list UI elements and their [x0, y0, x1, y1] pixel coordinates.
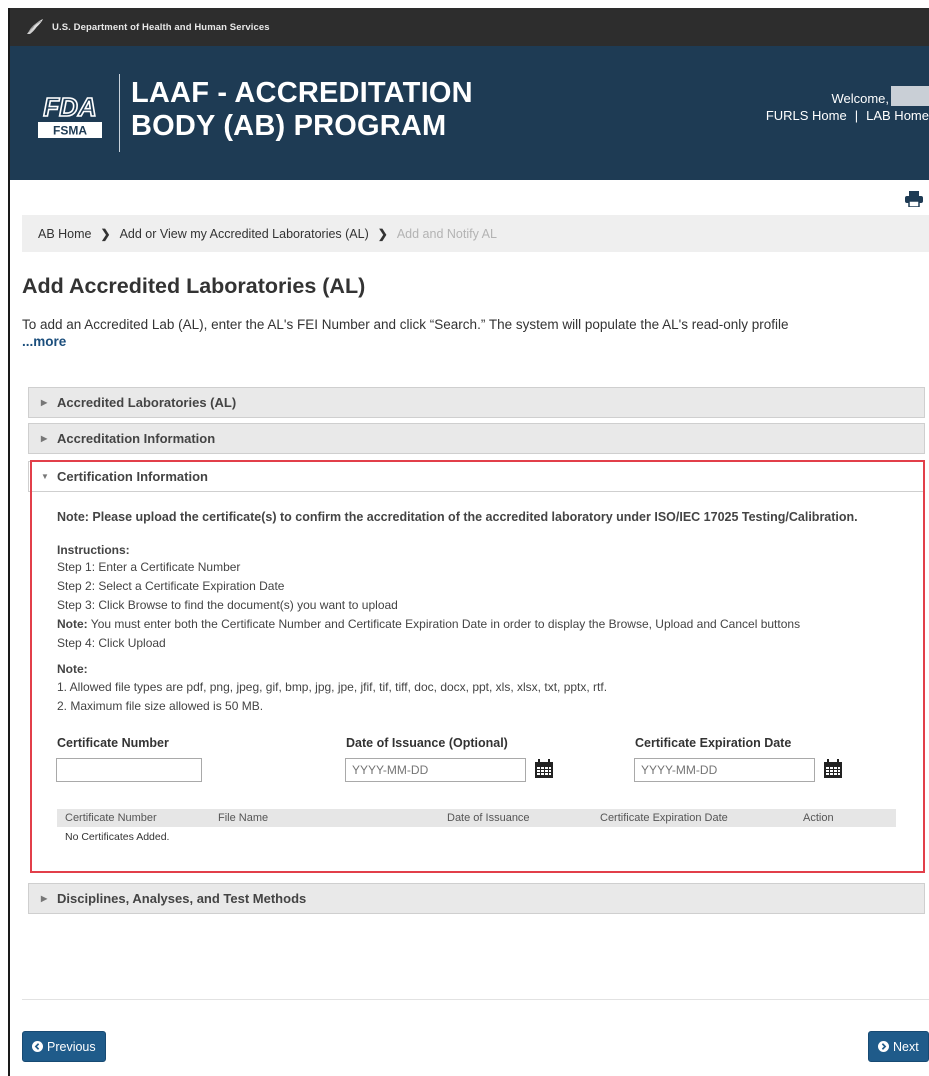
- expiration-date-label: Certificate Expiration Date: [635, 736, 792, 750]
- instruction-step: Step 3: Click Browse to find the documen…: [57, 598, 398, 612]
- column-header: Certificate Expiration Date: [600, 812, 728, 824]
- file-note-list: 1. Allowed file types are pdf, png, jpeg…: [57, 678, 607, 716]
- chevron-right-icon: ❯: [100, 226, 111, 241]
- next-button[interactable]: Next: [868, 1031, 929, 1062]
- print-icon[interactable]: [905, 191, 923, 207]
- column-header: Date of Issuance: [447, 812, 530, 824]
- more-link[interactable]: ...more: [22, 334, 66, 349]
- next-label: Next: [893, 1039, 919, 1054]
- certificates-empty-message: No Certificates Added.: [65, 831, 170, 843]
- instruction-step: Step 4: Click Upload: [57, 636, 166, 650]
- hhs-top-bar: U.S. Department of Health and Human Serv…: [10, 8, 929, 46]
- instruction-step-note: Note: You must enter both the Certificat…: [57, 615, 800, 634]
- file-note-item: 1. Allowed file types are pdf, png, jpeg…: [57, 680, 608, 694]
- chevron-left-circle-icon: [32, 1041, 43, 1052]
- link-separator: |: [854, 108, 859, 123]
- instruction-step: Step 2: Select a Certificate Expiration …: [57, 579, 285, 593]
- breadcrumb-view-labs[interactable]: Add or View my Accredited Laboratories (…: [120, 227, 369, 241]
- previous-label: Previous: [47, 1039, 96, 1054]
- issuance-date-input[interactable]: [345, 758, 526, 782]
- program-title-line1: LAAF - ACCREDITATION: [131, 77, 473, 109]
- svg-text:FSMA: FSMA: [53, 124, 87, 138]
- accordion-disciplines[interactable]: ▶ Disciplines, Analyses, and Test Method…: [28, 883, 925, 914]
- hhs-eagle-icon: [27, 19, 43, 34]
- redacted-username: [891, 86, 929, 106]
- program-title-line2: BODY (AB) PROGRAM: [131, 110, 447, 142]
- column-header: Certificate Number: [65, 812, 157, 824]
- svg-text:FDA: FDA: [43, 92, 96, 122]
- hhs-title: U.S. Department of Health and Human Serv…: [52, 21, 270, 33]
- breadcrumb-current: Add and Notify AL: [396, 226, 497, 241]
- program-title: LAAF - ACCREDITATION BODY (AB) PROGRAM: [131, 77, 473, 143]
- column-header: File Name: [218, 812, 269, 824]
- divider: [22, 999, 929, 1000]
- banner-divider: [119, 74, 120, 152]
- page-title: Add Accredited Laboratories (AL): [22, 274, 366, 298]
- step-note-label: Note:: [57, 617, 88, 631]
- accordion-accreditation-info[interactable]: ▶ Accreditation Information: [28, 423, 925, 454]
- instructions-list: Step 1: Enter a Certificate Number Step …: [57, 558, 800, 653]
- column-header: Action: [803, 812, 834, 824]
- instruction-step: Step 1: Enter a Certificate Number: [57, 560, 241, 574]
- accordion-label: Accredited Laboratories (AL): [57, 395, 237, 410]
- welcome-text: Welcome,: [831, 91, 889, 106]
- certificates-table-header: Certificate Number File Name Date of Iss…: [57, 809, 896, 827]
- certificate-number-input[interactable]: [56, 758, 202, 782]
- file-note-item: 2. Maximum file size allowed is 50 MB.: [57, 699, 264, 713]
- program-banner: FDA FSMA LAAF - ACCREDITATION BODY (AB) …: [10, 46, 929, 180]
- chevron-right-circle-icon: [878, 1041, 889, 1052]
- intro-text: To add an Accredited Lab (AL), enter the…: [22, 317, 789, 332]
- furls-home-link[interactable]: FURLS Home: [766, 108, 847, 123]
- certificate-number-label: Certificate Number: [57, 736, 169, 750]
- certification-note: Note: Please upload the certificate(s) t…: [57, 510, 858, 524]
- expiration-date-input[interactable]: [634, 758, 815, 782]
- lab-home-link[interactable]: LAB Home: [866, 108, 929, 123]
- accordion-label: Accreditation Information: [57, 431, 216, 446]
- previous-button[interactable]: Previous: [22, 1031, 106, 1062]
- calendar-icon[interactable]: [823, 759, 843, 779]
- fda-fsma-logo: FDA FSMA: [38, 91, 102, 138]
- breadcrumb: AB Home ❯ Add or View my Accredited Labo…: [22, 215, 929, 252]
- accordion-accredited-labs[interactable]: ▶ Accredited Laboratories (AL): [28, 387, 925, 418]
- caret-right-icon: ▶: [41, 894, 48, 903]
- banner-links: FURLS Home | LAB Home: [766, 108, 929, 123]
- accordion-label: Disciplines, Analyses, and Test Methods: [57, 891, 307, 906]
- calendar-icon[interactable]: [534, 759, 554, 779]
- step-note-text: You must enter both the Certificate Numb…: [87, 617, 801, 631]
- breadcrumb-ab-home[interactable]: AB Home: [38, 227, 92, 241]
- caret-right-icon: ▶: [41, 398, 48, 407]
- file-note-title: Note:: [57, 662, 88, 676]
- chevron-right-icon: ❯: [377, 226, 388, 241]
- caret-right-icon: ▶: [41, 434, 48, 443]
- issuance-date-label: Date of Issuance (Optional): [346, 736, 508, 750]
